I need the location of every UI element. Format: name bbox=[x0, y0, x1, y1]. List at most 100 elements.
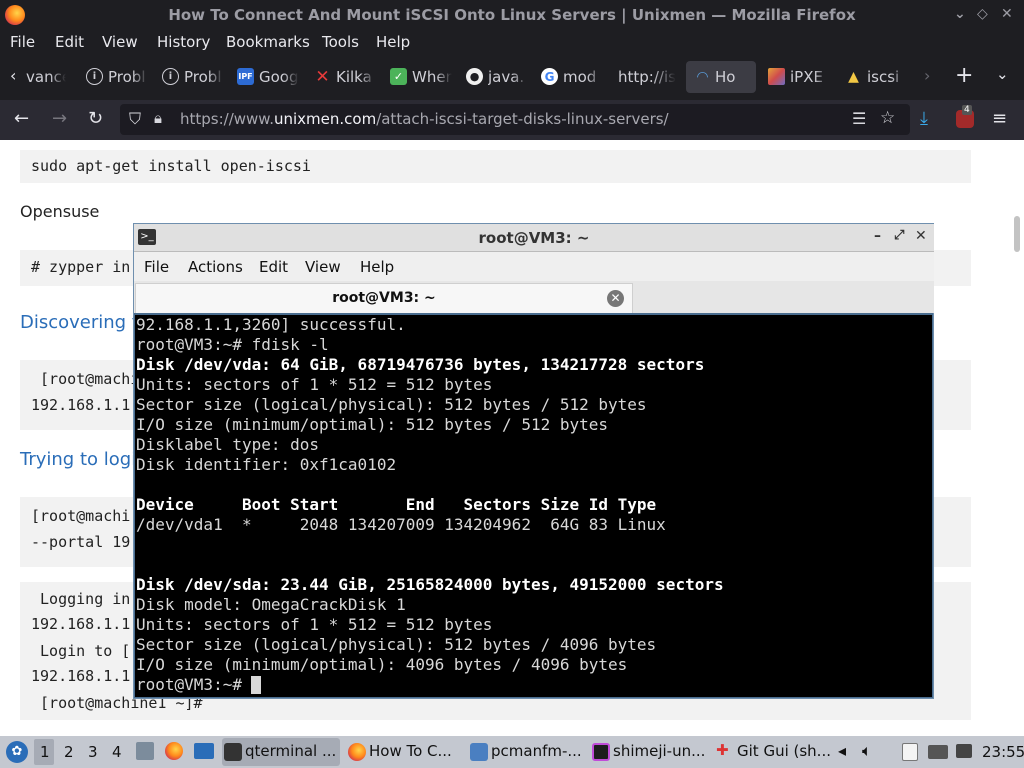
ipfs-icon: IPF bbox=[237, 68, 254, 85]
firefox-launcher-icon[interactable] bbox=[165, 742, 183, 760]
clipboard-icon[interactable] bbox=[902, 743, 918, 761]
tab-5[interactable]: ✕ Kilka bbox=[314, 61, 380, 93]
reader-view-icon[interactable]: ☰ bbox=[852, 109, 866, 128]
lock-icon[interactable]: 🔒︎ bbox=[154, 109, 162, 127]
github-icon: ● bbox=[466, 68, 483, 85]
tab-label: http://is bbox=[618, 68, 676, 86]
intellij-icon bbox=[592, 743, 610, 761]
tab-label: iPXE bbox=[790, 68, 823, 86]
x-icon: ✕ bbox=[315, 66, 330, 87]
tab-4[interactable]: IPF Goog bbox=[237, 61, 303, 93]
task-label: qterminal ... bbox=[245, 742, 337, 760]
tab-label: mod bbox=[563, 68, 597, 86]
new-tab-icon[interactable]: + bbox=[955, 63, 973, 88]
workspace-3[interactable]: 3 bbox=[88, 743, 98, 761]
tab-11[interactable]: iPXE bbox=[768, 61, 834, 93]
tab-strip: ‹ vance i Probl i Probl IPF Goog ✕ Kilka ✓ Wh… bbox=[0, 54, 1024, 100]
tab-label: iscsi bbox=[867, 68, 900, 86]
tab-label: java. bbox=[488, 68, 525, 86]
tab-10-active[interactable]: ◠ Ho bbox=[686, 61, 756, 93]
tab-scroll-left-icon[interactable]: ‹ bbox=[10, 66, 16, 85]
git-icon: ✚ bbox=[716, 741, 729, 759]
expand-tray-icon[interactable]: ◂ bbox=[838, 741, 846, 760]
workspace-1[interactable]: 1 bbox=[40, 743, 50, 761]
tab-7[interactable]: ● java. bbox=[466, 61, 532, 93]
code-block-apt: sudo apt-get install open-iscsi bbox=[20, 150, 971, 183]
terminal-menubar: File Actions Edit View Help bbox=[134, 252, 934, 281]
clock[interactable]: 23:55 bbox=[982, 743, 1024, 761]
bookmark-star-icon[interactable]: ☆ bbox=[880, 108, 895, 128]
code-line: # zypper in bbox=[31, 258, 131, 276]
close-tab-icon[interactable]: ✕ bbox=[607, 290, 624, 307]
menu-help[interactable]: Help bbox=[376, 33, 410, 51]
task-git-gui[interactable]: ✚ Git Gui (sh... bbox=[714, 738, 832, 766]
menu-file[interactable]: File bbox=[10, 33, 35, 51]
menu-view[interactable]: View bbox=[102, 33, 138, 51]
url-text[interactable]: https://www.unixmen.com/attach-iscsi-tar… bbox=[180, 110, 669, 128]
terminal-menu-view[interactable]: View bbox=[305, 258, 341, 276]
terminal-tabbar: root@VM3: ~ ✕ bbox=[134, 281, 934, 313]
task-pcmanfm[interactable]: pcmanfm-... bbox=[468, 738, 586, 766]
page-scrollbar[interactable] bbox=[1014, 216, 1020, 252]
terminal-line: root@VM3:~# fdisk -l bbox=[136, 335, 329, 354]
shield-icon[interactable]: ⛉ bbox=[129, 109, 141, 129]
extension-badge: 4 bbox=[962, 105, 972, 115]
terminal-output[interactable]: 92.168.1.1,3260] successful. root@VM3:~# … bbox=[135, 315, 932, 697]
terminal-titlebar: >_ root@VM3: ~ – ⤢ ✕ bbox=[134, 224, 934, 252]
terminal-menu-actions[interactable]: Actions bbox=[188, 258, 243, 276]
tab-3[interactable]: i Probl bbox=[162, 61, 226, 93]
workspace-2[interactable]: 2 bbox=[64, 743, 74, 761]
maximize-icon[interactable]: ◇ bbox=[977, 6, 988, 22]
menu-edit[interactable]: Edit bbox=[55, 33, 84, 51]
terminal-line: Disk /dev/sda: 23.44 GiB, 25165824000 by… bbox=[136, 575, 724, 594]
menu-tools[interactable]: Tools bbox=[322, 33, 359, 51]
terminal-menu-edit[interactable]: Edit bbox=[259, 258, 288, 276]
code-line: Login to [ bbox=[31, 642, 131, 660]
menu-history[interactable]: History bbox=[157, 33, 210, 51]
terminal-minimize-icon[interactable]: – bbox=[874, 228, 881, 244]
keyboard-icon[interactable] bbox=[928, 745, 948, 759]
task-qterminal[interactable]: qterminal ... bbox=[222, 738, 340, 766]
menu-bookmarks[interactable]: Bookmarks bbox=[226, 33, 310, 51]
volume-icon[interactable]: 🔈︎ bbox=[862, 741, 872, 761]
tab-9[interactable]: http://is bbox=[618, 61, 680, 93]
linux-icon: ▲ bbox=[848, 68, 859, 85]
network-icon[interactable] bbox=[956, 744, 972, 758]
reload-icon[interactable]: ↻ bbox=[88, 108, 103, 129]
terminal-line: Units: sectors of 1 * 512 = 512 bytes bbox=[136, 375, 493, 394]
tab-8[interactable]: Gmod bbox=[541, 61, 607, 93]
code-line: --portal 19 bbox=[31, 533, 131, 551]
start-menu-icon[interactable]: ✿ bbox=[6, 741, 28, 763]
taskbar: ✿ 1 2 3 4 qterminal ... How To C... pcma… bbox=[0, 736, 1024, 768]
url-bar[interactable]: ⛉ 🔒︎ https://www.unixmen.com/attach-iscs… bbox=[120, 104, 910, 135]
tab-2[interactable]: i Probl bbox=[86, 61, 150, 93]
task-shimeji[interactable]: shimeji-un... bbox=[590, 738, 708, 766]
list-tabs-icon[interactable]: ⌄ bbox=[996, 65, 1009, 83]
terminal-close-icon[interactable]: ✕ bbox=[915, 228, 927, 244]
close-icon[interactable]: ✕ bbox=[1001, 6, 1013, 22]
minimize-icon[interactable]: ⌄ bbox=[954, 6, 966, 22]
info-icon: i bbox=[162, 68, 179, 85]
task-firefox[interactable]: How To C... bbox=[346, 738, 464, 766]
tab-label: When bbox=[412, 68, 452, 86]
tab-label: Probl bbox=[108, 68, 146, 86]
terminal-tab[interactable]: root@VM3: ~ ✕ bbox=[135, 283, 633, 313]
terminal-line: Units: sectors of 1 * 512 = 512 bytes bbox=[136, 615, 493, 634]
workspace-4[interactable]: 4 bbox=[112, 743, 122, 761]
terminal-maximize-icon[interactable]: ⤢ bbox=[894, 228, 904, 243]
terminal-menu-file[interactable]: File bbox=[144, 258, 169, 276]
tab-12[interactable]: ▲ iscsi bbox=[845, 61, 911, 93]
code-line: 192.168.1.1 bbox=[31, 396, 131, 414]
tab-scroll-right-icon[interactable]: › bbox=[924, 66, 930, 85]
back-icon[interactable]: ← bbox=[14, 108, 29, 129]
terminal-menu-help[interactable]: Help bbox=[360, 258, 394, 276]
tab-1[interactable]: vance bbox=[26, 61, 70, 93]
tab-label: Kilka bbox=[336, 68, 372, 86]
show-desktop-icon[interactable] bbox=[194, 743, 214, 759]
forward-icon[interactable]: → bbox=[52, 108, 67, 129]
hamburger-menu-icon[interactable]: ≡ bbox=[992, 108, 1007, 129]
file-manager-launcher-icon[interactable] bbox=[136, 742, 154, 760]
tab-6[interactable]: ✓ When bbox=[390, 61, 456, 93]
downloads-icon[interactable]: ⤓ bbox=[920, 108, 928, 129]
firefox-icon bbox=[348, 743, 366, 761]
